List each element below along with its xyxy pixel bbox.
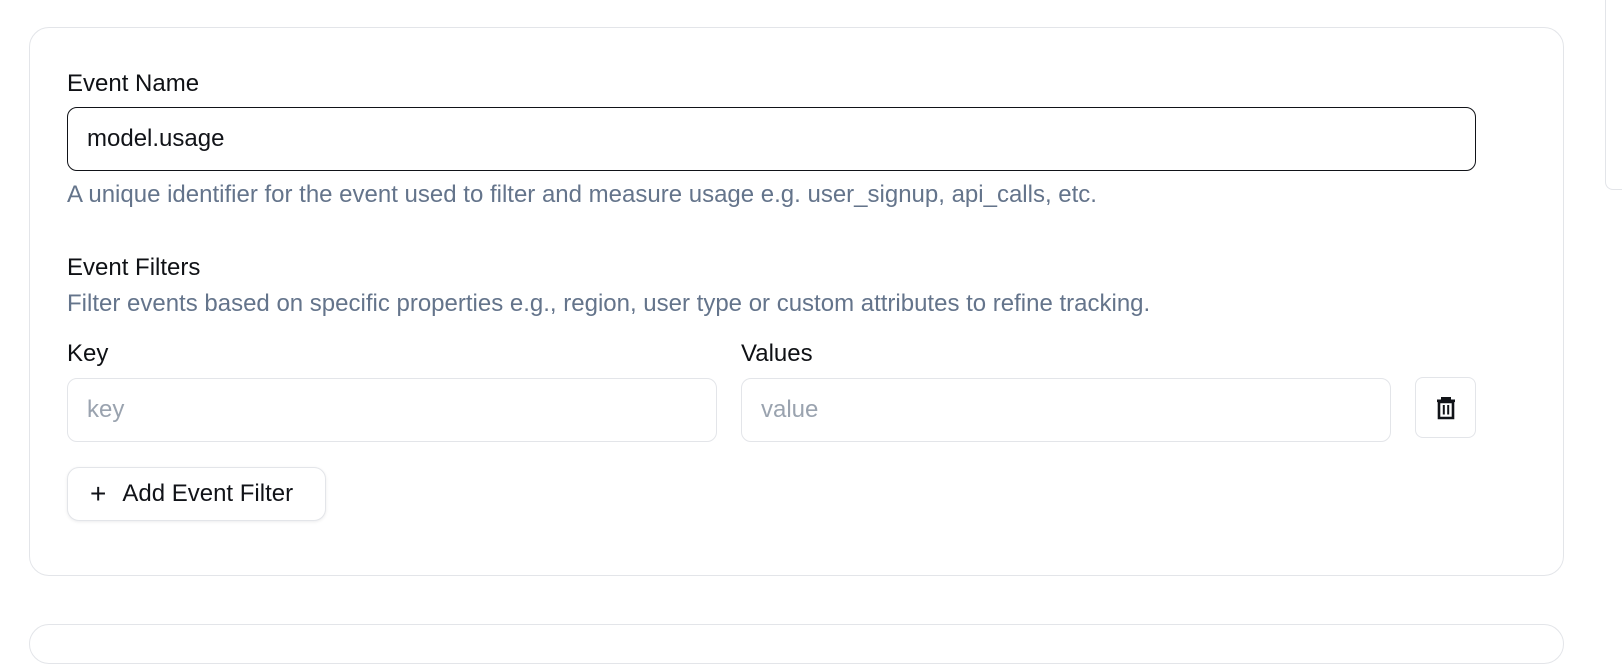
add-event-filter-button[interactable]: + Add Event Filter [67,467,326,521]
event-filters-label: Event Filters [67,254,201,281]
add-event-filter-label: Add Event Filter [122,480,294,507]
values-label: Values [741,340,813,367]
event-name-label: Event Name [67,70,200,97]
event-filters-help-text: Filter events based on specific properti… [67,290,1151,317]
filter-key-input[interactable]: key [67,378,717,442]
event-name-input[interactable]: model.usage [67,107,1476,171]
next-section-card [29,624,1564,664]
event-config-card: Event Name model.usage A unique identifi… [29,27,1564,576]
delete-filter-button[interactable] [1415,377,1476,438]
trash-icon [1436,396,1455,419]
event-name-value: model.usage [87,125,225,152]
event-name-help-text: A unique identifier for the event used t… [67,181,1097,208]
key-label: Key [67,340,109,367]
filter-value-input[interactable]: value [741,378,1391,442]
plus-icon: + [90,478,107,509]
scrollbar[interactable] [1605,0,1622,190]
filter-value-placeholder: value [761,396,819,423]
filter-key-placeholder: key [87,396,125,423]
